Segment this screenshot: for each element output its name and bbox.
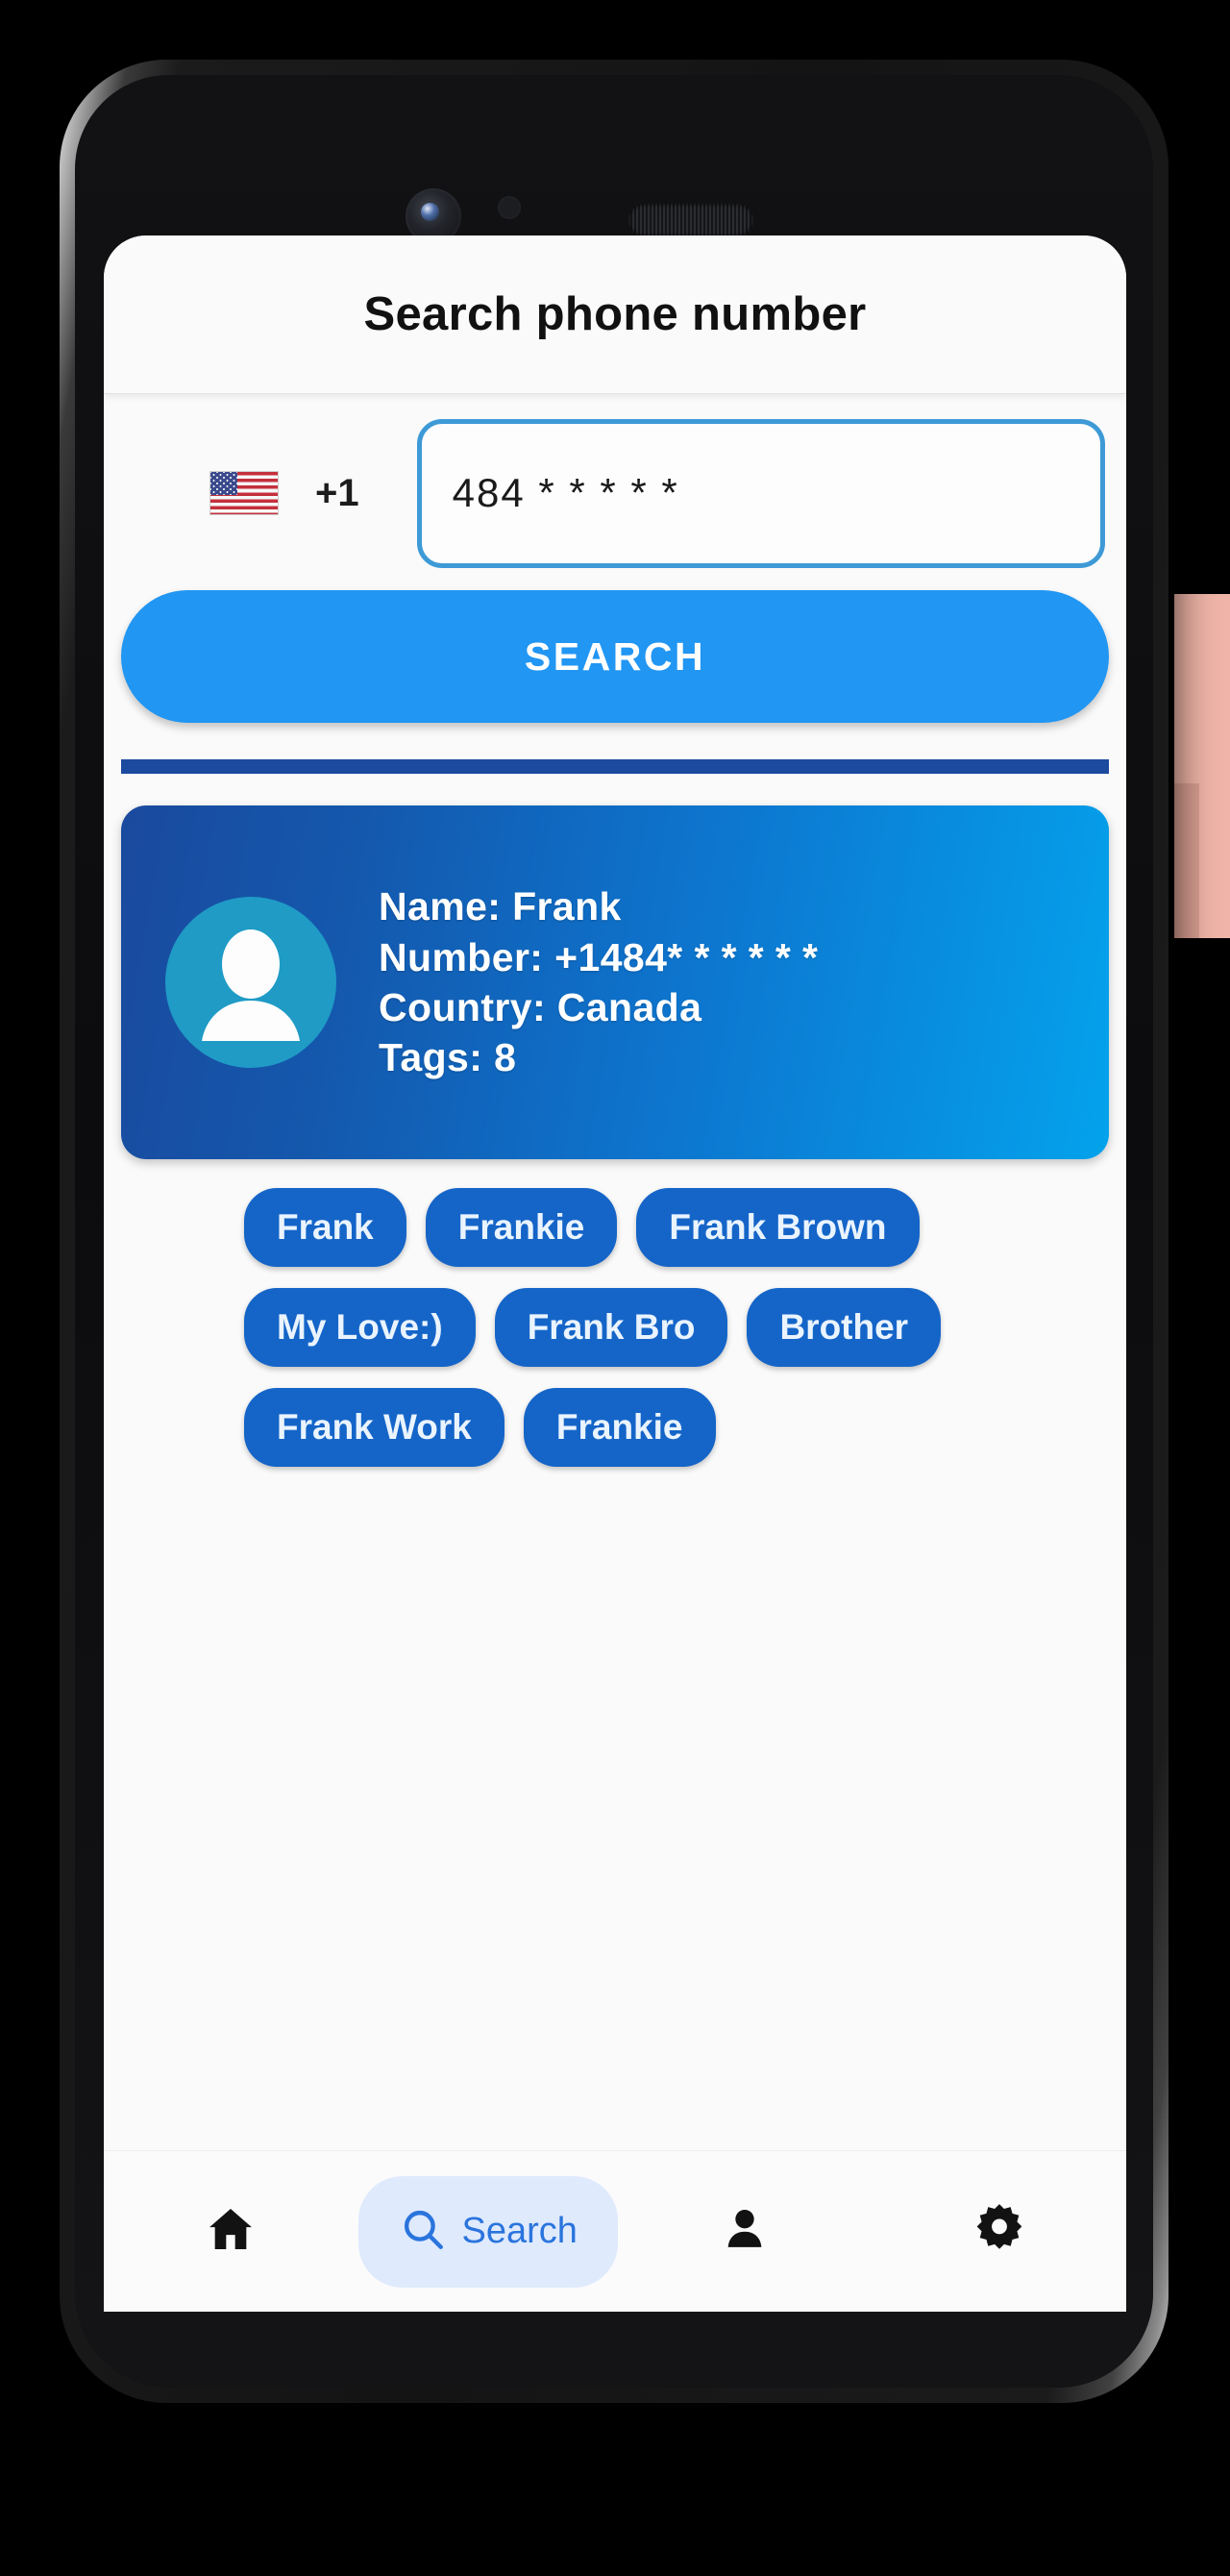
- tag-chip[interactable]: Frank: [244, 1188, 406, 1267]
- flag-canton: [210, 472, 237, 495]
- result-tags-line: Tags: 8: [379, 1035, 517, 1080]
- result-name-line: Name: Frank: [379, 884, 622, 929]
- nav-item-search[interactable]: Search: [357, 2151, 618, 2312]
- tag-chip[interactable]: Frankie: [523, 1388, 716, 1467]
- search-icon: [399, 2205, 447, 2258]
- proximity-sensor-icon: [498, 196, 521, 219]
- us-flag-icon[interactable]: [209, 471, 279, 515]
- result-country-line: Country: Canada: [379, 985, 702, 1029]
- section-divider: [121, 759, 1109, 774]
- person-avatar-icon: [165, 897, 336, 1068]
- dial-code-label[interactable]: +1: [315, 472, 359, 515]
- page-title: Search phone number: [363, 288, 867, 340]
- nav-item-home[interactable]: [104, 2151, 358, 2312]
- app-screen: Search phone number +1 484 * * * * * SEA…: [104, 235, 1126, 2312]
- tag-chip-list: Frank Frankie Frank Brown My Love:) Fran…: [121, 1188, 1109, 1467]
- home-icon: [204, 2202, 258, 2261]
- phone-number-input[interactable]: 484 * * * * *: [416, 418, 1105, 568]
- tag-chip[interactable]: Frankie: [425, 1188, 618, 1267]
- background-pink-sheet: [1174, 594, 1230, 938]
- person-icon: [719, 2203, 771, 2260]
- nav-active-pill[interactable]: Search: [357, 2175, 618, 2288]
- phone-entry-row: +1 484 * * * * *: [104, 394, 1126, 569]
- app-bar: Search phone number: [104, 235, 1126, 394]
- tag-chip[interactable]: Frank Work: [244, 1388, 504, 1467]
- search-button[interactable]: SEARCH: [121, 590, 1109, 723]
- result-card-text: Name: Frank Number: +1484* * * * * * Cou…: [379, 881, 818, 1083]
- result-number-line: Number: +1484* * * * * *: [379, 934, 819, 979]
- screenshot-root: Search phone number +1 484 * * * * * SEA…: [0, 0, 1230, 2576]
- nav-item-profile[interactable]: [618, 2151, 873, 2312]
- tag-chip[interactable]: Frank Brown: [636, 1188, 920, 1267]
- gear-icon: [972, 2202, 1026, 2261]
- nav-search-label: Search: [461, 2211, 578, 2251]
- tag-chip[interactable]: Brother: [747, 1288, 942, 1367]
- tag-chip[interactable]: Frank Bro: [494, 1288, 728, 1367]
- search-result-card[interactable]: Name: Frank Number: +1484* * * * * * Cou…: [121, 805, 1109, 1159]
- bottom-navigation-bar: Search: [104, 2150, 1126, 2312]
- nav-item-settings[interactable]: [872, 2151, 1126, 2312]
- tag-chip[interactable]: My Love:): [244, 1288, 476, 1367]
- earpiece-speaker: [628, 204, 753, 236]
